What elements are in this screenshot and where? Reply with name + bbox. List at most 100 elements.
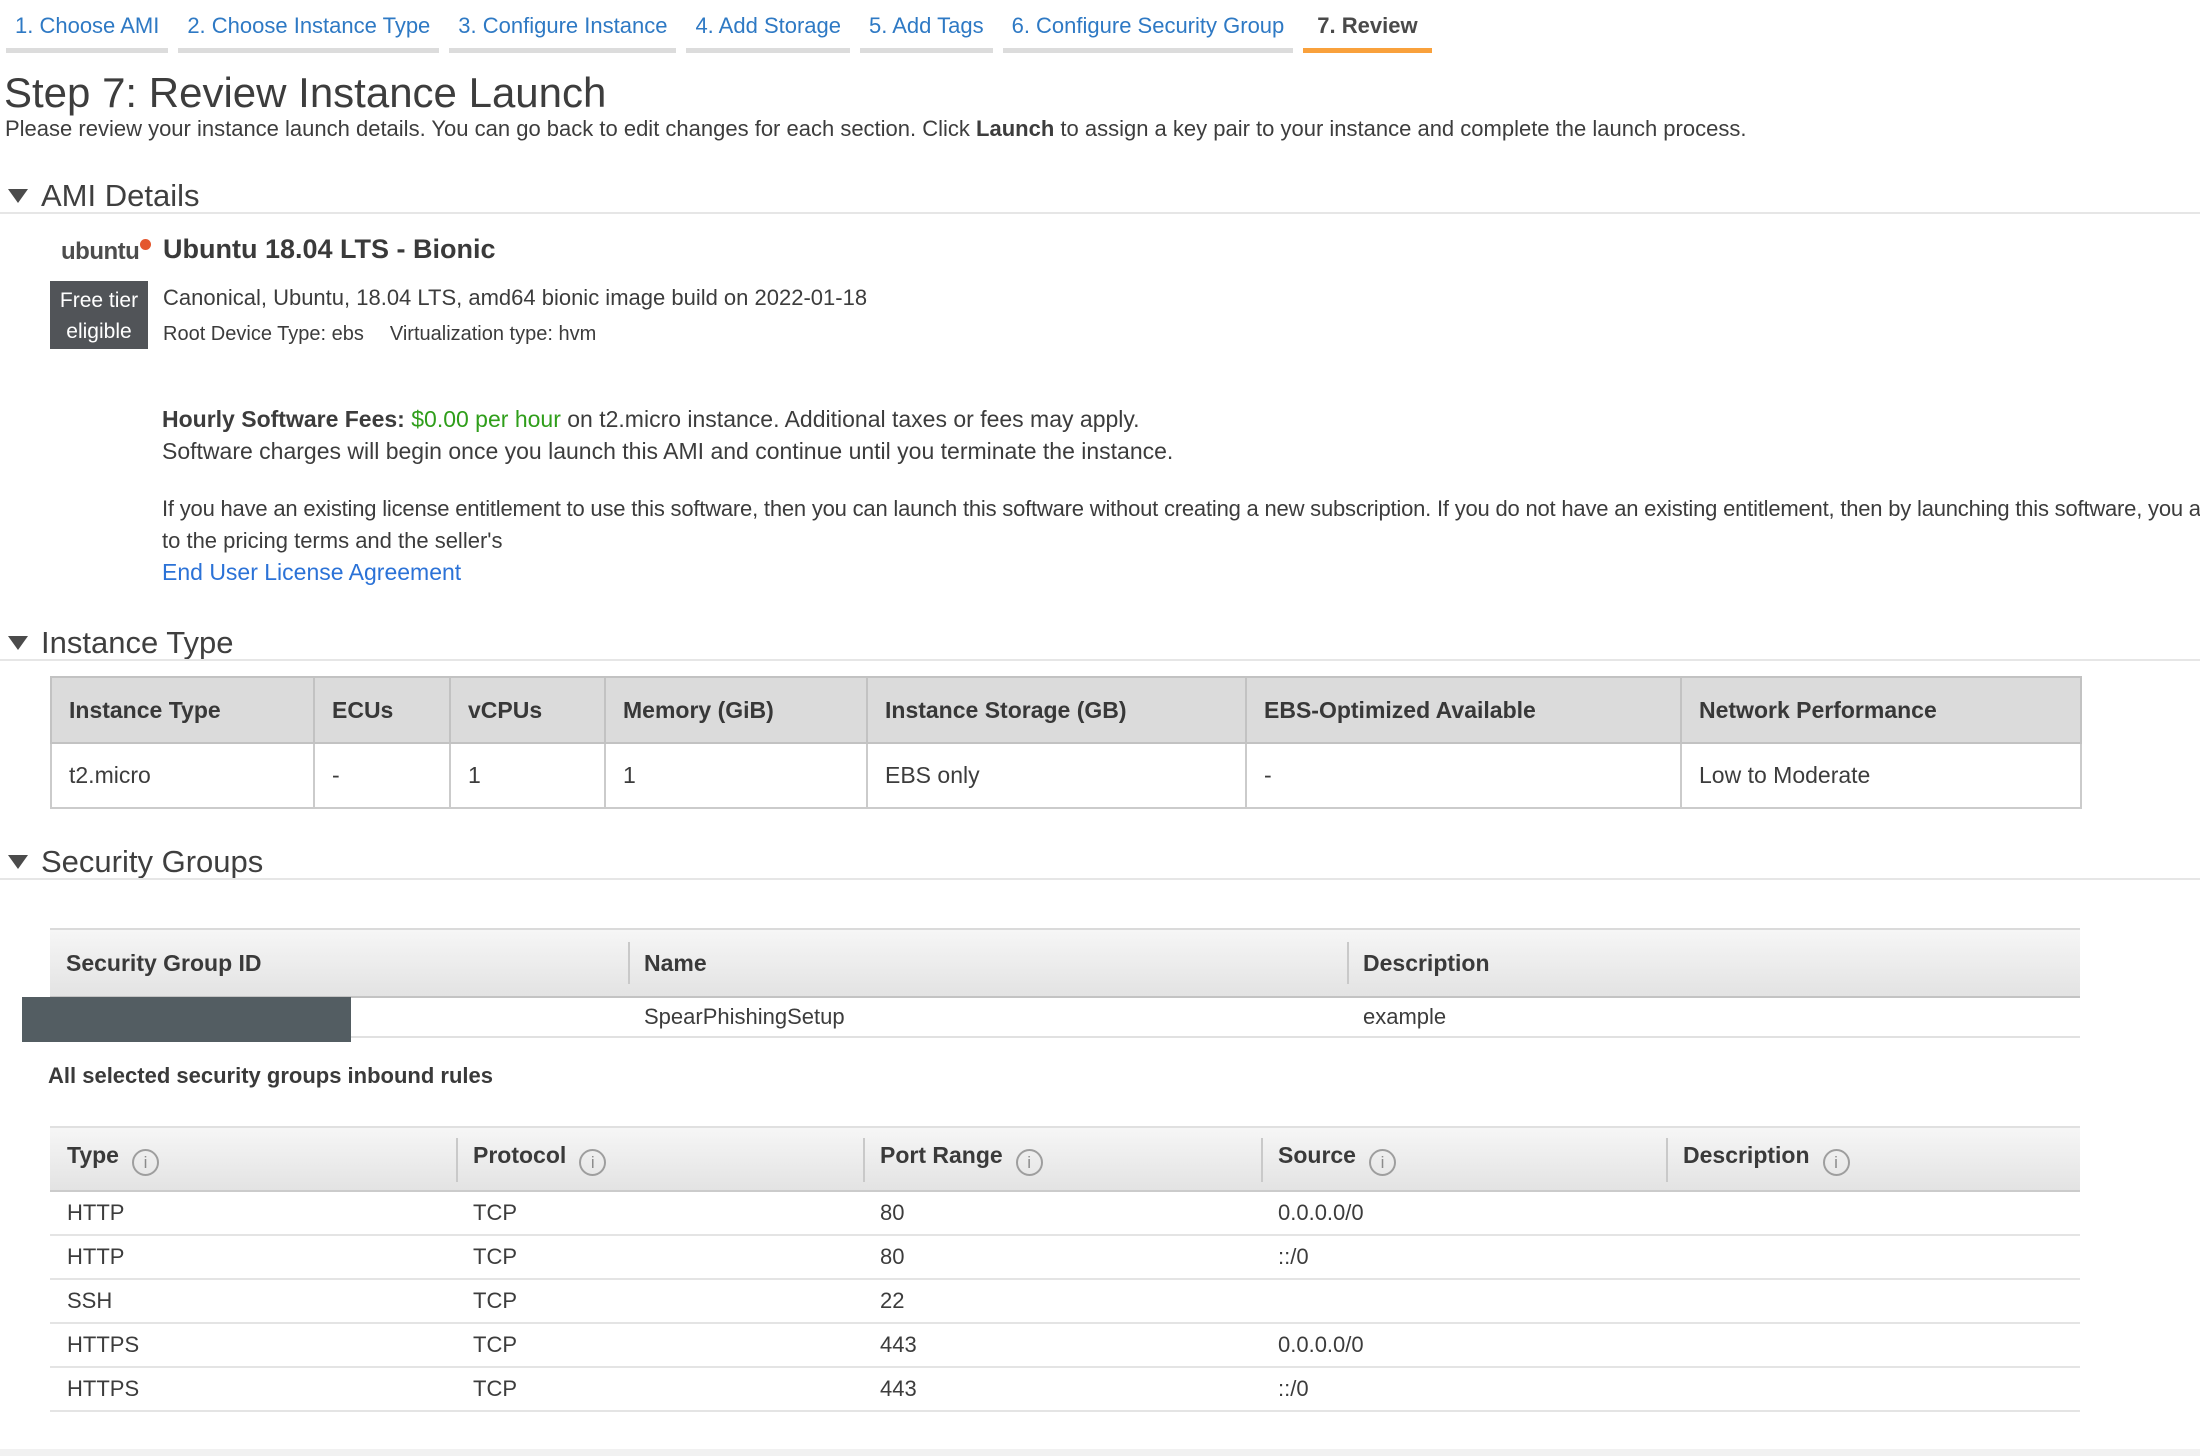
collapse-triangle-icon <box>8 636 28 650</box>
inbound-rules-title: All selected security groups inbound rul… <box>48 1063 493 1089</box>
col-header-memory: Memory (GiB) <box>605 677 867 743</box>
info-icon[interactable]: i <box>1369 1149 1396 1176</box>
tab-choose-ami[interactable]: 1. Choose AMI <box>6 0 168 53</box>
cell-name: SpearPhishingSetup <box>628 997 1347 1037</box>
info-icon[interactable]: i <box>1823 1149 1850 1176</box>
cell-description: example <box>1347 997 2080 1037</box>
inbound-rule-row: HTTPS TCP 443 0.0.0.0/0 <box>50 1323 2080 1367</box>
cell-source: ::/0 <box>1261 1367 1666 1411</box>
root-device-type: Root Device Type: ebs <box>163 323 364 345</box>
cell-protocol: TCP <box>456 1279 863 1323</box>
review-instance-launch-page: 1. Choose AMI2. Choose Instance Type3. C… <box>0 0 2200 1456</box>
tab-choose-instance-type[interactable]: 2. Choose Instance Type <box>178 0 439 53</box>
cell-description <box>1666 1323 2080 1367</box>
tab-add-tags[interactable]: 5. Add Tags <box>860 0 993 53</box>
col-header-name: Name <box>628 929 1347 997</box>
security-groups-section-header[interactable]: Security Groups <box>8 844 263 880</box>
ami-device-info: Root Device Type: ebs Virtualization type… <box>163 323 596 346</box>
inbound-rules-header-row: Typei Protocoli Port Rangei Sourcei Desc… <box>50 1127 2080 1191</box>
redaction-overlay <box>22 997 351 1042</box>
cell-type: SSH <box>50 1279 456 1323</box>
inbound-rule-row: HTTP TCP 80 ::/0 <box>50 1235 2080 1279</box>
section-title: Security Groups <box>41 844 263 880</box>
footer-bar <box>0 1449 2200 1456</box>
tab-configure-instance[interactable]: 3. Configure Instance <box>449 0 676 53</box>
tab-configure-security-group[interactable]: 6. Configure Security Group <box>1003 0 1294 53</box>
tab-review[interactable]: 7. Review <box>1303 0 1431 53</box>
wizard-tab-bar: 1. Choose AMI2. Choose Instance Type3. C… <box>6 0 1442 53</box>
cell-description <box>1666 1235 2080 1279</box>
eula-link[interactable]: End User License Agreement <box>162 559 461 586</box>
inbound-rule-row: SSH TCP 22 <box>50 1279 2080 1323</box>
col-header-protocol: Protocoli <box>456 1127 863 1191</box>
virtualization-type: Virtualization type: hvm <box>390 323 596 345</box>
fees-price: $0.00 per hour <box>411 406 561 432</box>
software-charges-line: Software charges will begin once you lau… <box>162 438 1173 465</box>
info-icon[interactable]: i <box>132 1149 159 1176</box>
collapse-triangle-icon <box>8 855 28 869</box>
cell-source: 0.0.0.0/0 <box>1261 1191 1666 1235</box>
cell-description <box>1666 1367 2080 1411</box>
ami-details-section-header[interactable]: AMI Details <box>8 178 199 214</box>
cell-protocol: TCP <box>456 1367 863 1411</box>
col-header-network-performance: Network Performance <box>1681 677 2081 743</box>
instance-type-section-header[interactable]: Instance Type <box>8 625 233 661</box>
cell-type: HTTPS <box>50 1323 456 1367</box>
section-divider <box>0 212 2200 214</box>
cell-port-range: 443 <box>863 1367 1261 1411</box>
info-icon[interactable]: i <box>579 1149 606 1176</box>
section-title: Instance Type <box>41 625 233 661</box>
instance-type-row: t2.micro - 1 1 EBS only - Low to Moderat… <box>51 743 2081 808</box>
cell-vcpus: 1 <box>450 743 605 808</box>
cell-network-performance: Low to Moderate <box>1681 743 2081 808</box>
ami-name: Ubuntu 18.04 LTS - Bionic <box>163 234 496 265</box>
col-header-ecus: ECUs <box>314 677 450 743</box>
section-divider <box>0 659 2200 661</box>
ami-description: Canonical, Ubuntu, 18.04 LTS, amd64 bion… <box>163 285 867 311</box>
ubuntu-logo: ubuntu <box>61 238 151 266</box>
cell-ebs-optimized: - <box>1246 743 1681 808</box>
hourly-fees-line: Hourly Software Fees: $0.00 per hour on … <box>162 406 1140 433</box>
page-title: Step 7: Review Instance Launch <box>4 72 606 114</box>
security-groups-header-row: Security Group ID Name Description <box>50 929 2080 997</box>
cell-source: 0.0.0.0/0 <box>1261 1323 1666 1367</box>
section-title: AMI Details <box>41 178 199 214</box>
cell-port-range: 80 <box>863 1191 1261 1235</box>
col-header-security-group-id: Security Group ID <box>50 929 628 997</box>
inbound-rule-row: HTTP TCP 80 0.0.0.0/0 <box>50 1191 2080 1235</box>
inbound-rule-row: HTTPS TCP 443 ::/0 <box>50 1367 2080 1411</box>
info-icon[interactable]: i <box>1016 1149 1043 1176</box>
cell-protocol: TCP <box>456 1191 863 1235</box>
cell-port-range: 443 <box>863 1323 1261 1367</box>
section-divider <box>0 878 2200 880</box>
cell-source <box>1261 1279 1666 1323</box>
pricing-line: to the pricing terms and the seller's <box>162 528 502 554</box>
tab-add-storage[interactable]: 4. Add Storage <box>686 0 850 53</box>
cell-instance-storage: EBS only <box>867 743 1246 808</box>
col-header-instance-storage: Instance Storage (GB) <box>867 677 1246 743</box>
cell-type: HTTP <box>50 1191 456 1235</box>
cell-source: ::/0 <box>1261 1235 1666 1279</box>
cell-port-range: 22 <box>863 1279 1261 1323</box>
col-header-vcpus: vCPUs <box>450 677 605 743</box>
security-group-row: SpearPhishingSetup example <box>50 997 2080 1037</box>
cell-ecus: - <box>314 743 450 808</box>
col-header-ebs-optimized: EBS-Optimized Available <box>1246 677 1681 743</box>
cell-type: HTTP <box>50 1235 456 1279</box>
cell-protocol: TCP <box>456 1235 863 1279</box>
intro-text: Please review your instance launch detai… <box>5 116 1746 142</box>
ubuntu-registered-mark-icon <box>140 239 151 250</box>
security-groups-table: Security Group ID Name Description Spear… <box>50 928 2080 1038</box>
col-header-type: Typei <box>50 1127 456 1191</box>
col-header-port-range: Port Rangei <box>863 1127 1261 1191</box>
collapse-triangle-icon <box>8 189 28 203</box>
cell-description <box>1666 1279 2080 1323</box>
instance-type-table: Instance Type ECUs vCPUs Memory (GiB) In… <box>50 676 2082 809</box>
cell-instance-type: t2.micro <box>51 743 314 808</box>
cell-type: HTTPS <box>50 1367 456 1411</box>
inbound-rules-table: Typei Protocoli Port Rangei Sourcei Desc… <box>50 1126 2080 1412</box>
license-line: If you have an existing license entitlem… <box>162 496 2200 522</box>
cell-port-range: 80 <box>863 1235 1261 1279</box>
free-tier-badge: Free tiereligible <box>50 281 148 349</box>
col-header-description: Description <box>1347 929 2080 997</box>
